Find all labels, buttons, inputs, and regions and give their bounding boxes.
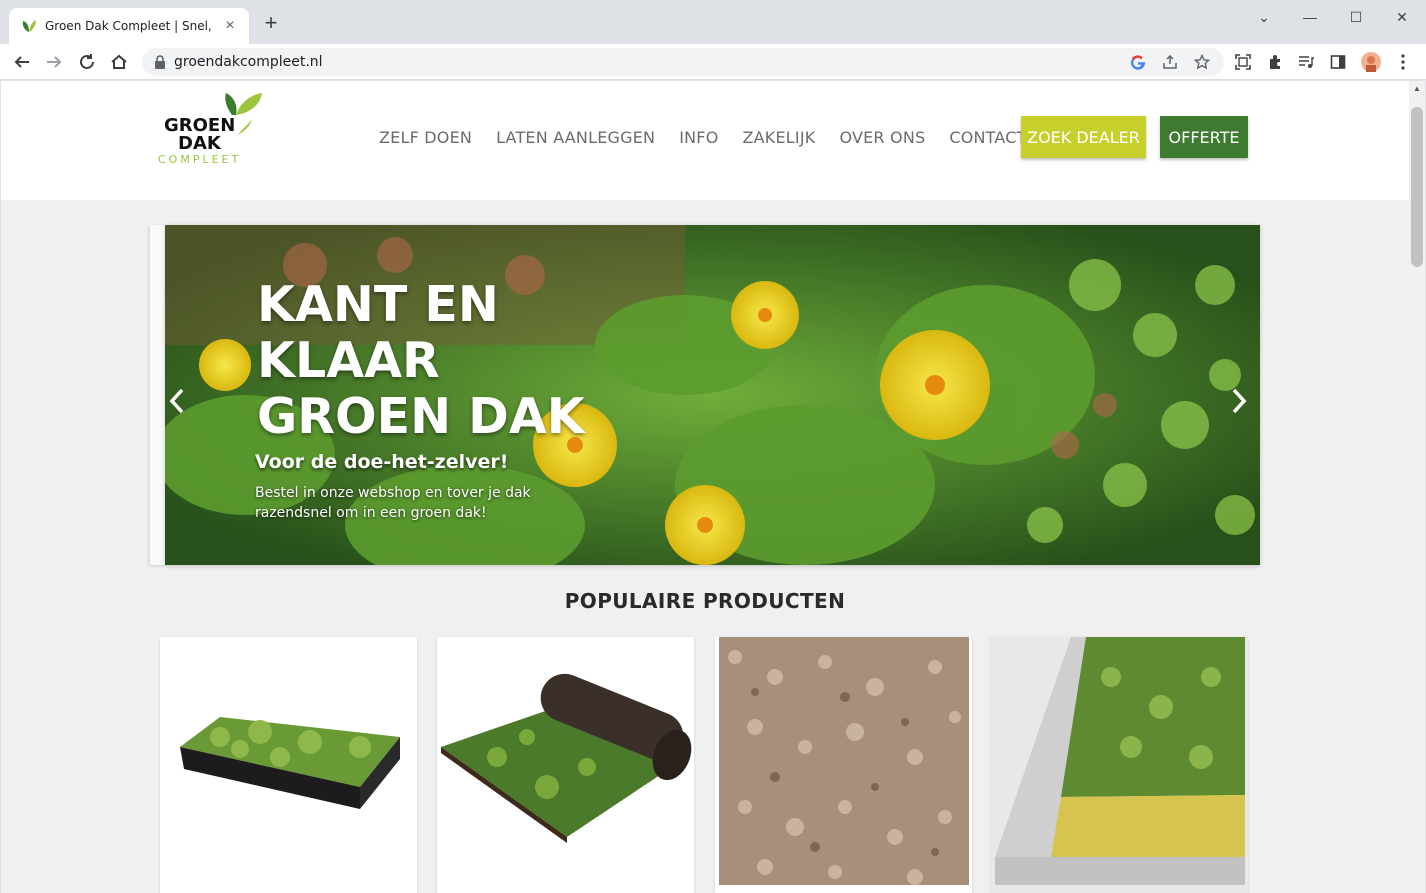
sedum-mat-roll-image — [437, 637, 694, 893]
media-control-icon[interactable] — [1294, 50, 1318, 74]
home-icon[interactable] — [107, 50, 131, 74]
logo-line-3: COMPLEET — [158, 153, 241, 166]
side-panel-icon[interactable] — [1326, 50, 1350, 74]
sedum-cassette-image — [160, 637, 417, 893]
close-window-button[interactable]: ✕ — [1379, 6, 1425, 28]
back-icon[interactable] — [10, 50, 34, 74]
nav-info[interactable]: INFO — [679, 128, 718, 147]
browser-tab[interactable]: Groen Dak Compleet | Snel, eenvoudig × — [9, 8, 249, 44]
hero-slider: KANT EN KLAAR GROEN DAK Voor de doe-het-… — [165, 225, 1260, 565]
slider-next-arrow-icon[interactable] — [1227, 385, 1251, 417]
product-card-substraat[interactable] — [715, 637, 972, 893]
site-header: GROEN DAK COMPLEET ZELF DOEN LATEN AANLE… — [1, 81, 1409, 200]
slider-prev-arrow-icon[interactable] — [165, 385, 189, 417]
slider-prev-slide-edge — [150, 225, 166, 565]
zoek-dealer-button[interactable]: ZOEK DEALER — [1021, 116, 1146, 158]
close-tab-icon[interactable]: × — [221, 17, 239, 35]
product-card-sedum-dak[interactable] — [991, 637, 1248, 893]
page-viewport: GROEN DAK COMPLEET ZELF DOEN LATEN AANLE… — [1, 81, 1409, 893]
lava-gravel-image — [715, 637, 972, 893]
minimize-button[interactable]: — — [1287, 6, 1333, 28]
screenshot-icon[interactable] — [1231, 50, 1255, 74]
browser-menu-icon[interactable] — [1391, 50, 1415, 74]
hero-title: KANT EN KLAAR GROEN DAK — [257, 276, 585, 445]
populaire-producten-heading: POPULAIRE PRODUCTEN — [564, 589, 846, 613]
profile-avatar[interactable] — [1359, 50, 1383, 74]
address-bar[interactable]: groendakcompleet.nl — [142, 48, 1224, 76]
tab-search-icon[interactable]: ⌄ — [1241, 6, 1287, 28]
browser-toolbar: groendakcompleet.nl — [0, 44, 1426, 80]
hero-text: Bestel in onze webshop en tover je dak r… — [255, 485, 531, 521]
logo-leaf-dark-icon — [225, 93, 237, 115]
share-icon[interactable] — [1162, 54, 1178, 70]
product-card-sedum-mat[interactable] — [437, 637, 694, 893]
nav-contact[interactable]: CONTACT — [949, 128, 1026, 147]
nav-zelf-doen[interactable]: ZELF DOEN — [379, 128, 472, 147]
forward-icon[interactable] — [42, 50, 66, 74]
logo-line-2: DAK — [178, 133, 222, 154]
nav-laten-aanleggen[interactable]: LATEN AANLEGGEN — [496, 128, 655, 147]
new-tab-button[interactable]: + — [260, 12, 282, 34]
scrollbar-thumb[interactable] — [1411, 107, 1423, 267]
bookmark-star-icon[interactable] — [1194, 54, 1210, 70]
sedum-roof-image — [991, 637, 1248, 893]
extensions-icon[interactable] — [1263, 50, 1287, 74]
main-nav: ZELF DOEN LATEN AANLEGGEN INFO ZAKELIJK … — [379, 115, 1051, 159]
nav-zakelijk[interactable]: ZAKELIJK — [743, 128, 816, 147]
product-card-sedum-cassette[interactable] — [160, 637, 417, 893]
url-text: groendakcompleet.nl — [174, 54, 323, 70]
tab-title: Groen Dak Compleet | Snel, eenvoudig — [45, 19, 215, 33]
leaf-favicon-icon — [22, 20, 36, 32]
reload-icon[interactable] — [75, 50, 99, 74]
tab-strip: Groen Dak Compleet | Snel, eenvoudig × +… — [0, 0, 1426, 44]
restore-button[interactable]: ☐ — [1333, 6, 1379, 28]
site-logo[interactable]: GROEN DAK COMPLEET — [156, 91, 266, 167]
nav-over-ons[interactable]: OVER ONS — [839, 128, 925, 147]
offerte-button[interactable]: OFFERTE — [1160, 116, 1248, 158]
lock-icon — [155, 55, 165, 69]
scroll-up-arrow-icon[interactable]: ▲ — [1411, 84, 1423, 96]
google-icon[interactable] — [1130, 54, 1146, 70]
hero-subtitle: Voor de doe-het-zelver! — [255, 451, 509, 473]
logo-leaf-light-icon — [236, 93, 262, 115]
